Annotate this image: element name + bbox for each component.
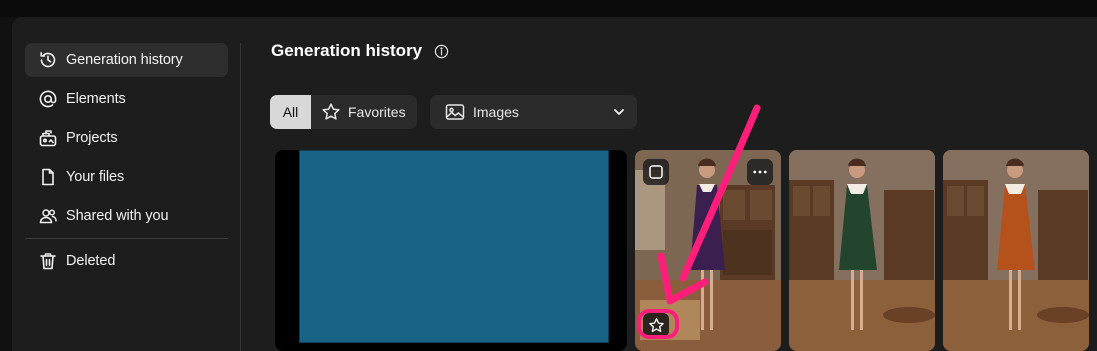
generation-thumbnail[interactable]: [789, 150, 935, 351]
generation-thumbnail[interactable]: [635, 150, 781, 351]
sidebar-item-your-files[interactable]: Your files: [25, 160, 228, 194]
sidebar-item-elements[interactable]: Elements: [25, 82, 228, 116]
favorite-button[interactable]: [643, 313, 669, 337]
top-bar: [0, 0, 1097, 17]
more-icon: [753, 170, 767, 174]
sidebar-divider: [25, 238, 228, 239]
select-checkbox[interactable]: [643, 159, 669, 185]
generation-thumbnail[interactable]: [275, 150, 627, 351]
sidebar-item-label: Deleted: [66, 253, 116, 269]
star-icon: [322, 103, 340, 120]
blue-placeholder-image: [299, 150, 609, 343]
file-icon: [38, 167, 58, 187]
checkbox-icon: [649, 165, 663, 179]
dropdown-selected-label: Images: [473, 104, 519, 120]
sidebar-item-label: Projects: [66, 130, 118, 146]
vertical-divider: [240, 43, 241, 351]
history-icon: [38, 50, 58, 70]
sidebar-item-label: Shared with you: [66, 208, 169, 224]
sidebar-item-label: Generation history: [66, 52, 183, 68]
image-icon: [445, 104, 465, 120]
shared-users-icon: [38, 206, 58, 226]
sidebar-item-label: Your files: [66, 169, 125, 185]
woman-green-dress-image: [789, 150, 935, 351]
sidebar: Generation history Elements Projects You…: [25, 43, 228, 238]
projects-icon: [38, 128, 58, 148]
info-icon[interactable]: [434, 44, 449, 59]
trash-icon: [38, 251, 58, 271]
at-sign-icon: [38, 89, 58, 109]
favorites-label: Favorites: [348, 104, 406, 120]
sidebar-item-label: Elements: [66, 91, 126, 107]
sidebar-item-shared-with-you[interactable]: Shared with you: [25, 199, 228, 233]
filter-all-button[interactable]: All: [270, 95, 311, 129]
filter-favorites-button[interactable]: Favorites: [311, 95, 417, 129]
media-type-dropdown[interactable]: Images: [430, 95, 637, 129]
sidebar-item-projects[interactable]: Projects: [25, 121, 228, 155]
page-title: Generation history: [271, 41, 423, 60]
more-options-button[interactable]: [747, 159, 773, 185]
title-row: Generation history: [271, 40, 449, 62]
generation-thumbnail[interactable]: [943, 150, 1089, 351]
sidebar-item-generation-history[interactable]: Generation history: [25, 43, 228, 77]
chevron-down-icon: [614, 109, 624, 115]
filter-toggle: All Favorites: [270, 95, 417, 129]
woman-orange-dress-image: [943, 150, 1089, 351]
star-icon: [648, 317, 664, 332]
sidebar-item-deleted[interactable]: Deleted: [25, 244, 228, 278]
